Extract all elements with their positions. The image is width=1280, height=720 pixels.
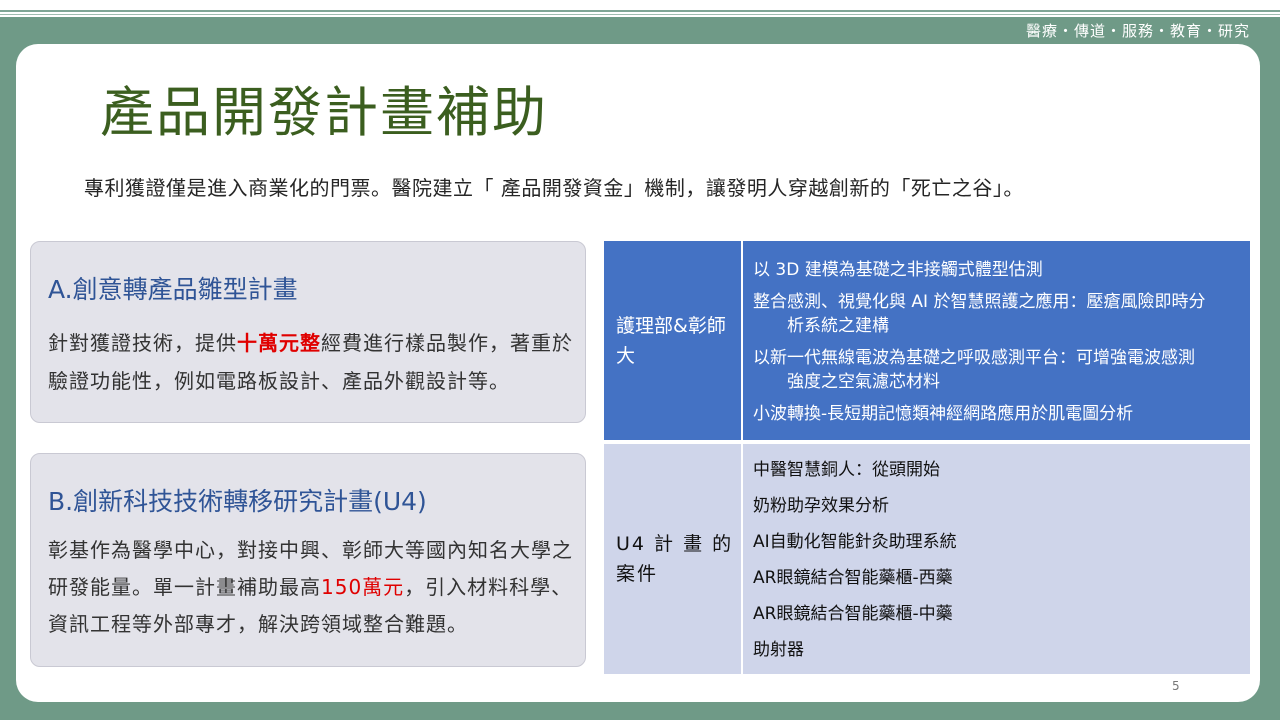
project-item: 中醫智慧銅人：從頭開始 xyxy=(753,460,940,480)
project-item-line: 以新一代無線電波為基礎之呼吸感測平台：可增強電波感測 xyxy=(753,347,1195,368)
row-label: 護理部&彰師大 xyxy=(604,241,743,440)
program-a-text-1: 針對獲證技術，提供 xyxy=(48,331,237,355)
page-number: 5 xyxy=(1172,679,1180,693)
project-item-continuation: 強度之空氣濾芯材料 xyxy=(787,371,940,392)
project-item: AR眼鏡結合智能藥櫃-中藥 xyxy=(753,604,953,624)
table-row: U4 計 畫 的 案件 中醫智慧銅人：從頭開始 奶粉助孕效果分析 AI自動化智能… xyxy=(604,444,1250,674)
project-item: 助射器 xyxy=(753,640,804,660)
program-b-card: B.創新科技技術轉移研究計畫(U4) 彰基作為醫學中心，對接中興、彰師大等國內知… xyxy=(30,453,586,667)
row-label: U4 計 畫 的 案件 xyxy=(604,444,743,674)
top-rule-thin xyxy=(0,14,1280,15)
program-b-body: 彰基作為醫學中心，對接中興、彰師大等國內知名大學之研發能量。單一計畫補助最高15… xyxy=(48,532,578,643)
program-a-amount: 十萬元整 xyxy=(237,331,321,355)
row-items: 中醫智慧銅人：從頭開始 奶粉助孕效果分析 AI自動化智能針灸助理系統 AR眼鏡結… xyxy=(742,444,1250,674)
project-item-line: 整合感測、視覺化與 AI 於智慧照護之應用：壓瘡風險即時分 xyxy=(753,291,1206,312)
program-a-body: 針對獲證技術，提供十萬元整經費進行樣品製作，著重於驗證功能性，例如電路板設計、產… xyxy=(48,324,578,400)
project-item-continuation: 析系統之建構 xyxy=(787,315,889,336)
project-item: 以 3D 建模為基礎之非接觸式體型估測 xyxy=(753,259,1043,280)
project-item: 小波轉換-長短期記憶類神經網路應用於肌電圖分析 xyxy=(753,403,1134,424)
program-b-amount: 150萬元 xyxy=(321,575,405,599)
program-b-title: B.創新科技技術轉移研究計畫(U4) xyxy=(48,487,427,516)
project-table: 護理部&彰師大 以 3D 建模為基礎之非接觸式體型估測 整合感測、視覺化與 AI… xyxy=(604,241,1250,674)
table-row: 護理部&彰師大 以 3D 建模為基礎之非接觸式體型估測 整合感測、視覺化與 AI… xyxy=(604,241,1250,440)
header-tagline: 醫療・傳道・服務・教育・研究 xyxy=(1025,22,1250,40)
project-item: 整合感測、視覺化與 AI 於智慧照護之應用：壓瘡風險即時分析系統之建構 xyxy=(753,290,1242,338)
project-item: 奶粉助孕效果分析 xyxy=(753,496,889,516)
program-a-card: A.創意轉產品雛型計畫 針對獲證技術，提供十萬元整經費進行樣品製作，著重於驗證功… xyxy=(30,241,586,423)
page-subtitle: 專利獲證僅是進入商業化的門票。醫院建立「 產品開發資金」機制，讓發明人穿越創新的… xyxy=(84,176,1024,200)
project-item: AR眼鏡結合智能藥櫃-西藥 xyxy=(753,568,953,588)
row-items: 以 3D 建模為基礎之非接觸式體型估測 整合感測、視覺化與 AI 於智慧照護之應… xyxy=(742,241,1250,440)
project-item: 以新一代無線電波為基礎之呼吸感測平台：可增強電波感測強度之空氣濾芯材料 xyxy=(753,346,1242,394)
page-title: 產品開發計畫補助 xyxy=(100,81,548,144)
program-a-title: A.創意轉產品雛型計畫 xyxy=(48,275,298,304)
project-item: AI自動化智能針灸助理系統 xyxy=(753,532,957,552)
top-rule xyxy=(0,10,1280,12)
